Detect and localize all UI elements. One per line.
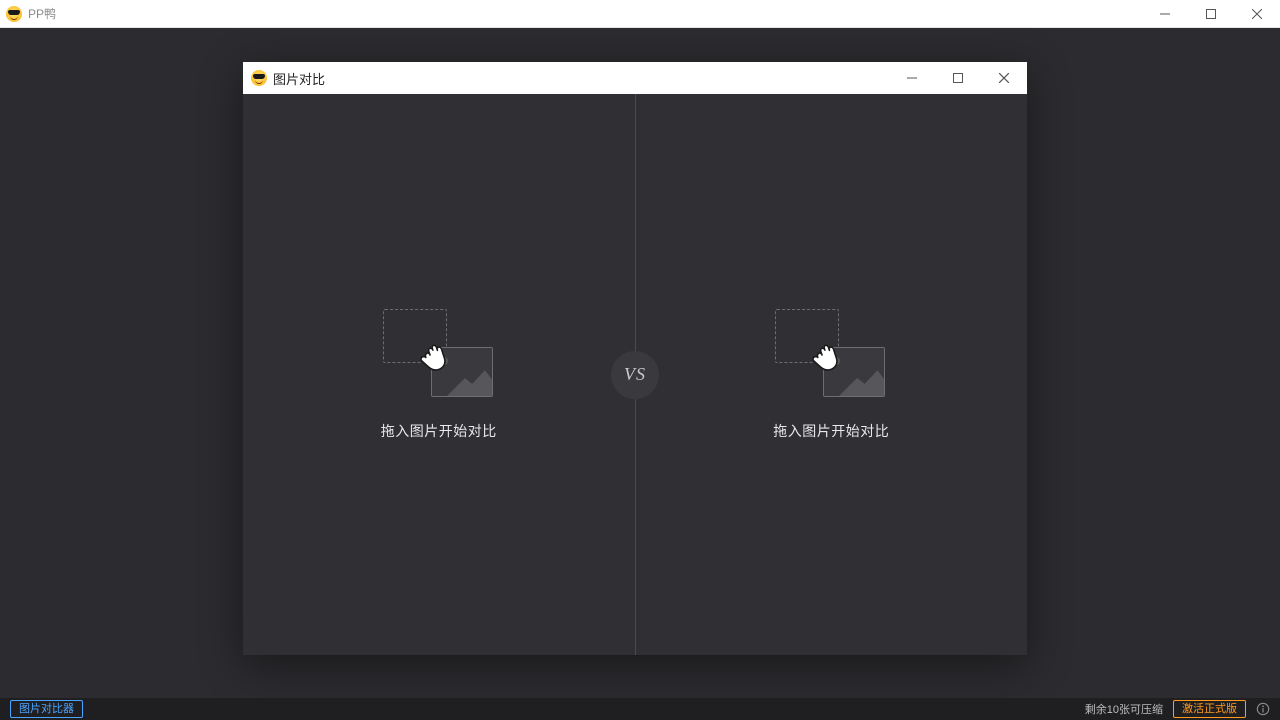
grab-hand-icon <box>415 339 449 373</box>
dialog-titlebar: 图片对比 <box>243 62 1027 94</box>
dialog-close-button[interactable] <box>981 62 1027 94</box>
right-drop-hint: 拖入图片开始对比 <box>773 309 889 441</box>
maximize-button[interactable] <box>1188 0 1234 27</box>
dialog-title: 图片对比 <box>273 69 325 88</box>
app-icon <box>6 6 22 22</box>
close-button[interactable] <box>1234 0 1280 27</box>
dialog-body: 拖入图片开始对比 拖入图片开始对比 VS <box>243 94 1027 655</box>
app-window-controls <box>1142 0 1280 27</box>
dialog-maximize-button[interactable] <box>935 62 981 94</box>
vs-badge: VS <box>611 351 659 399</box>
status-bar: 图片对比器 剩余10张可压缩 激活正式版 <box>0 698 1280 720</box>
info-icon[interactable] <box>1256 702 1270 716</box>
remaining-count-text: 剩余10张可压缩 <box>1085 701 1163 717</box>
dialog-icon <box>251 70 267 86</box>
image-comparator-button[interactable]: 图片对比器 <box>10 700 83 718</box>
minimize-button[interactable] <box>1142 0 1188 27</box>
right-drop-text: 拖入图片开始对比 <box>773 421 889 441</box>
grab-hand-icon <box>807 339 841 373</box>
drag-image-icon <box>775 309 887 399</box>
compare-dialog: 图片对比 拖入图片开始对比 <box>243 62 1027 655</box>
left-drop-hint: 拖入图片开始对比 <box>381 309 497 441</box>
left-drop-pane[interactable]: 拖入图片开始对比 <box>243 94 635 655</box>
dialog-minimize-button[interactable] <box>889 62 935 94</box>
app-titlebar: PP鸭 <box>0 0 1280 28</box>
right-drop-pane[interactable]: 拖入图片开始对比 <box>636 94 1028 655</box>
drag-image-icon <box>383 309 495 399</box>
activate-button[interactable]: 激活正式版 <box>1173 700 1246 718</box>
left-drop-text: 拖入图片开始对比 <box>381 421 497 441</box>
dialog-window-controls <box>889 62 1027 94</box>
app-title: PP鸭 <box>28 5 56 22</box>
